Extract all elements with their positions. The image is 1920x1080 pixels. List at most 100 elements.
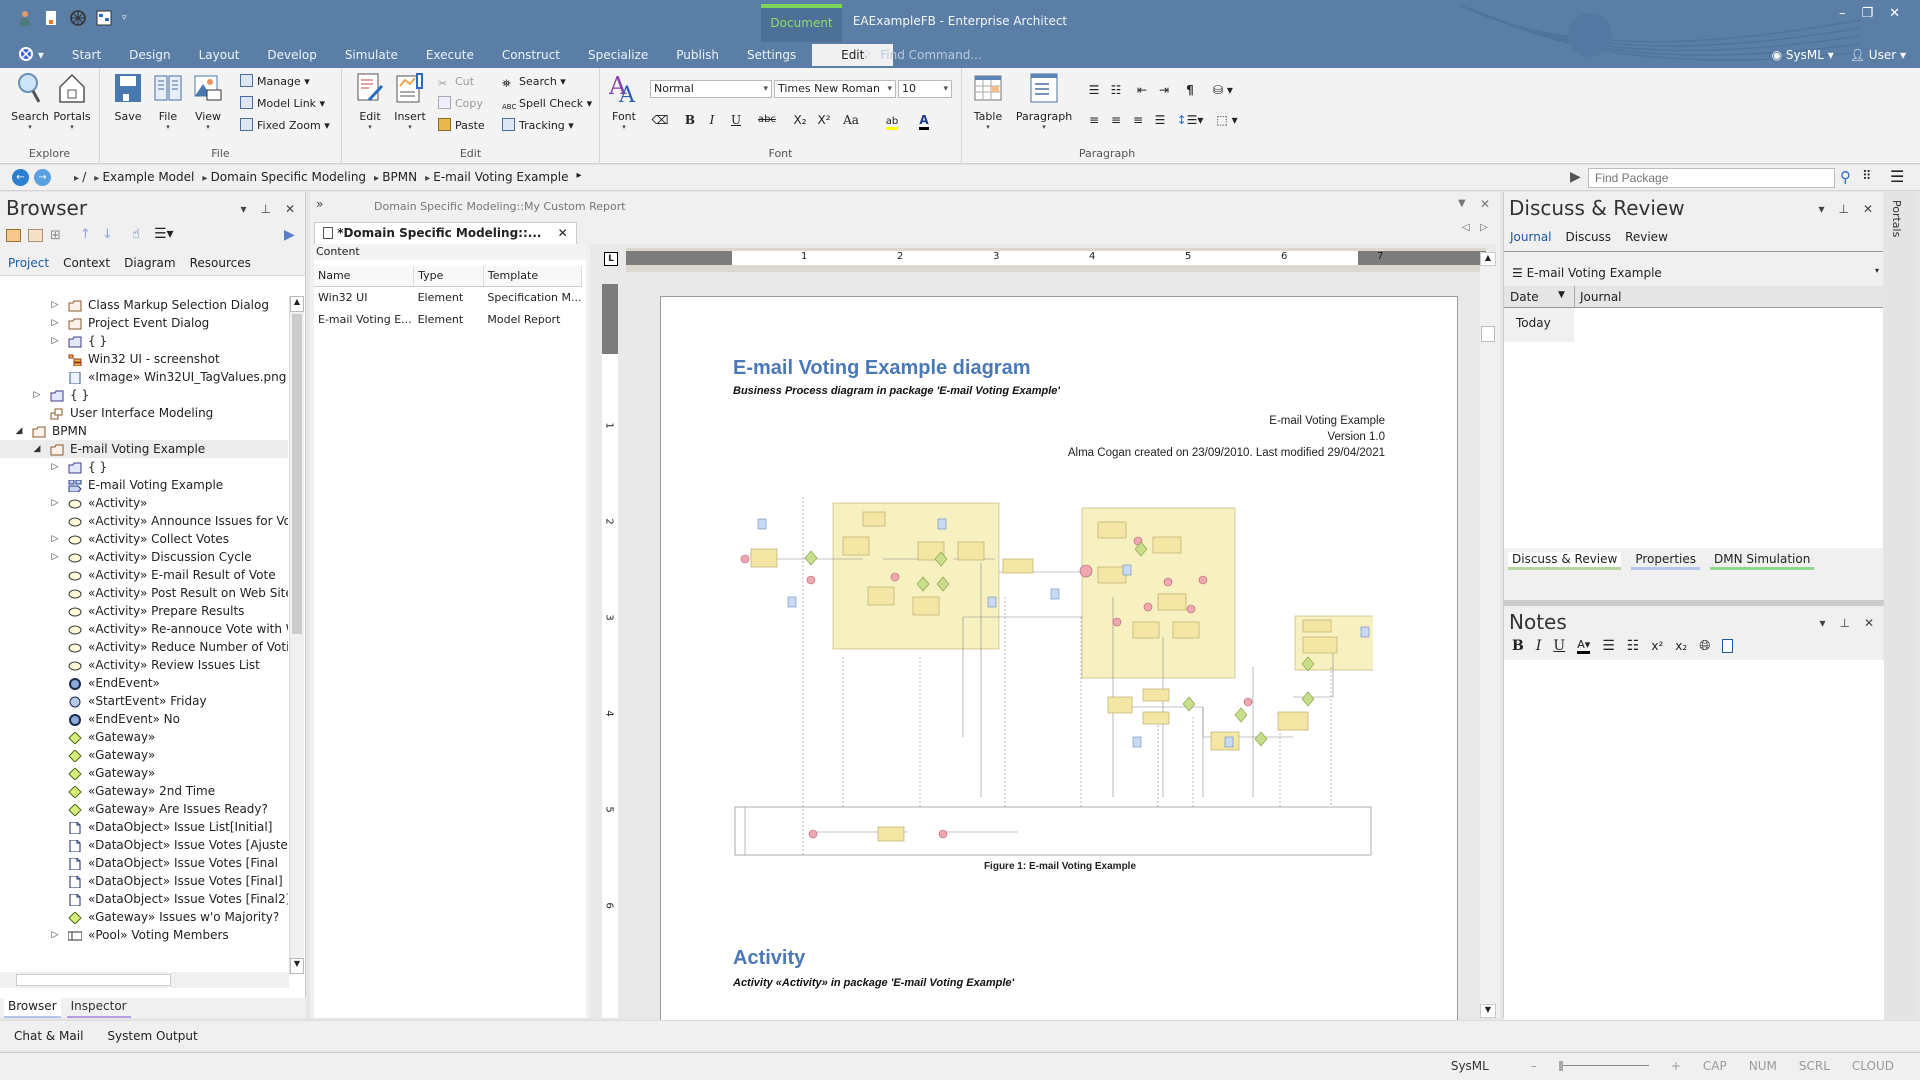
restore-button[interactable]: ❐ xyxy=(1861,6,1873,21)
hyperlink-globe-icon[interactable]: 🌐︎ xyxy=(1699,638,1710,654)
close-icon[interactable]: ✕ xyxy=(285,202,295,216)
scroll-right-icon[interactable]: ▷ xyxy=(1480,222,1488,233)
dropdown-icon[interactable]: ▾ xyxy=(240,202,246,216)
tree-item[interactable]: «EndEvent» xyxy=(0,674,288,692)
strikethrough-button[interactable]: abc xyxy=(754,110,780,130)
portals-sidebar[interactable]: Portals xyxy=(1884,192,1914,1018)
tab-properties[interactable]: Properties xyxy=(1631,552,1700,570)
forward-button[interactable]: → xyxy=(34,169,51,186)
subscript-button[interactable]: X₂ xyxy=(790,110,810,130)
table-row[interactable]: E-mail Voting E... Element Model Report xyxy=(314,308,582,330)
table-button[interactable]: Table ▾ xyxy=(968,72,1008,131)
tab-diagram[interactable]: Diagram xyxy=(124,256,176,275)
tree-item[interactable]: «Gateway» xyxy=(0,728,288,746)
touch-icon[interactable]: ☝ xyxy=(132,227,140,242)
context-tab-document[interactable]: Document xyxy=(761,4,842,42)
subscript-button[interactable]: x₂ xyxy=(1675,639,1687,653)
close-icon[interactable]: ✕ xyxy=(1864,616,1874,630)
tab-design[interactable]: Design xyxy=(115,44,184,66)
column-header-name[interactable]: Name xyxy=(314,266,415,287)
browser-vertical-scrollbar[interactable]: ▲ ▼ xyxy=(289,296,304,974)
expand-icon[interactable]: ▷ xyxy=(32,386,42,404)
hierarchy-icon[interactable]: ⊞ xyxy=(50,228,61,243)
expand-icon[interactable]: ▷ xyxy=(50,332,60,350)
tab-settings[interactable]: Settings xyxy=(733,44,810,66)
tree-item[interactable]: Win32 UI - screenshot xyxy=(0,350,288,368)
align-right-button[interactable]: ≡ xyxy=(1128,110,1148,130)
expand-icon[interactable]: ▷ xyxy=(50,494,60,512)
breadcrumb-email-voting-example[interactable]: E-mail Voting Example xyxy=(425,170,568,184)
tab-construct[interactable]: Construct xyxy=(488,44,574,66)
font-button[interactable]: AA Font ▾ xyxy=(604,72,644,131)
document-tab[interactable]: *Domain Specific Modeling::... ✕ xyxy=(314,222,577,244)
tab-resources[interactable]: Resources xyxy=(190,256,251,275)
tree-item[interactable]: «DataObject» Issue Votes [Ajusted] xyxy=(0,836,288,854)
italic-button[interactable]: I xyxy=(1536,638,1542,654)
tab-chat-mail[interactable]: Chat & Mail xyxy=(14,1029,83,1043)
tree-item[interactable]: «Activity» Announce Issues for Vote xyxy=(0,512,288,530)
tree-item[interactable]: ▷ «Activity» Collect Votes xyxy=(0,530,288,548)
table-row[interactable]: Win32 UI Element Specification M... xyxy=(314,286,582,308)
file-button[interactable]: File ▾ xyxy=(148,72,188,131)
tab-stop-icon[interactable]: L xyxy=(604,252,618,266)
text-color-button[interactable]: A▾ xyxy=(1577,638,1591,654)
search-dropdown-button[interactable]: ⛯ Search ▾ xyxy=(502,72,566,92)
change-case-button[interactable]: Aa xyxy=(838,110,864,130)
dropdown-icon[interactable]: ▾ xyxy=(1819,616,1825,630)
tree-item[interactable]: «DataObject» Issue Votes [Final2] xyxy=(0,890,288,908)
font-family-select[interactable]: Times New Roman xyxy=(774,80,896,98)
font-size-select[interactable]: 10 xyxy=(898,80,952,98)
element-selector[interactable]: ☰ E-mail Voting Example ▾ xyxy=(1504,260,1883,286)
tab-dmn-simulation[interactable]: DMN Simulation xyxy=(1710,552,1815,570)
tab-project[interactable]: Project xyxy=(8,256,49,275)
expand-icon[interactable]: ▷ xyxy=(50,314,60,332)
folder-icon[interactable] xyxy=(28,229,43,242)
tree-item[interactable]: E-mail Voting Example xyxy=(0,476,288,494)
perspective-button[interactable]: ◉ SysML ▾ xyxy=(1772,44,1834,66)
pin-icon[interactable]: ⊥ xyxy=(260,202,270,216)
tree-item[interactable]: «DataObject» Issue Votes [Final] xyxy=(0,872,288,890)
column-date[interactable]: Date xyxy=(1510,290,1539,304)
bullet-list-button[interactable]: ☰ xyxy=(1084,80,1104,100)
insert-button[interactable]: Insert ▾ xyxy=(390,72,430,131)
minimize-button[interactable]: – xyxy=(1839,6,1846,21)
close-icon[interactable]: ✕ xyxy=(1863,202,1873,216)
notes-editor[interactable] xyxy=(1504,660,1884,1022)
move-down-icon[interactable]: ↓ xyxy=(102,227,113,242)
horizontal-ruler[interactable]: 1 2 3 4 5 6 7 xyxy=(626,248,1486,272)
breadcrumb-example-model[interactable]: Example Model xyxy=(94,170,194,184)
collapse-icon[interactable]: ◢ xyxy=(14,422,24,440)
style-select[interactable]: Normal xyxy=(650,80,772,98)
tree-item[interactable]: ◢ BPMN xyxy=(0,422,288,440)
new-package-icon[interactable] xyxy=(6,229,21,242)
pin-icon[interactable]: ⊥ xyxy=(1838,202,1848,216)
copy-button[interactable]: Copy xyxy=(438,94,483,114)
increase-indent-button[interactable]: ⇥ xyxy=(1154,80,1174,100)
tab-inspector[interactable]: Inspector xyxy=(66,998,131,1018)
tree-item[interactable]: «Gateway» xyxy=(0,746,288,764)
tree-item[interactable]: «EndEvent» No xyxy=(0,710,288,728)
tree-item[interactable]: ▷ { } xyxy=(0,458,288,476)
superscript-button[interactable]: x² xyxy=(1651,639,1663,653)
find-command-input[interactable]: 💡︎ Find Command... xyxy=(862,44,982,66)
dropdown-icon[interactable]: ▾ xyxy=(1818,202,1824,216)
tree-item[interactable]: «Gateway» xyxy=(0,764,288,782)
decrease-indent-button[interactable]: ⇤ xyxy=(1132,80,1152,100)
tree-item[interactable]: «Image» Win32UI_TagValues.png xyxy=(0,368,288,386)
tab-context[interactable]: Context xyxy=(63,256,110,275)
close-tab-icon[interactable]: ✕ xyxy=(558,226,568,240)
close-icon[interactable]: ✕ xyxy=(1480,197,1490,211)
tree-item[interactable]: «Activity» Re-annouce Vote with Warning xyxy=(0,620,288,638)
expand-icon[interactable]: ▷ xyxy=(50,548,60,566)
editor-vertical-scrollbar[interactable]: ▲ ▼ xyxy=(1480,252,1496,1018)
breadcrumb-expand-icon[interactable]: ▸ xyxy=(576,170,581,184)
tree-item[interactable]: «Activity» Prepare Results xyxy=(0,602,288,620)
collapse-icon[interactable]: ◢ xyxy=(32,440,42,458)
hamburger-menu-icon[interactable]: ☰ xyxy=(1890,167,1904,186)
zoom-out-button[interactable]: – xyxy=(1531,1059,1537,1073)
bpmn-diagram-image[interactable] xyxy=(733,497,1373,857)
column-header-type[interactable]: Type xyxy=(413,266,484,287)
tab-publish[interactable]: Publish xyxy=(662,44,733,66)
expand-icon[interactable]: ▷ xyxy=(50,530,60,548)
expand-arrow-icon[interactable]: ▶ xyxy=(284,227,295,243)
